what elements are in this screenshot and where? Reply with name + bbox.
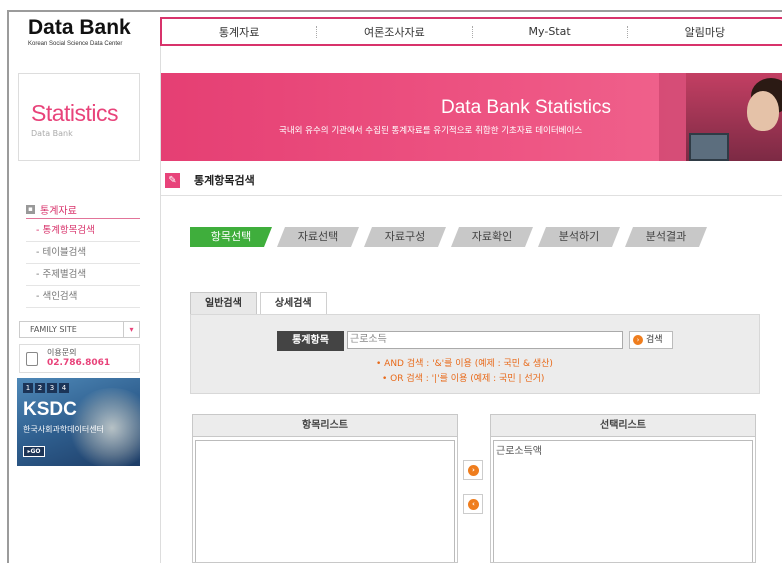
phone-icon xyxy=(26,352,38,366)
search-button-label: 검색 xyxy=(646,335,663,345)
lnb-item-item-search[interactable]: - 통계항목검색 xyxy=(26,220,140,242)
contact-phone: 02.786.8061 xyxy=(47,358,111,368)
statistics-title-box: Statistics Data Bank xyxy=(18,73,140,161)
square-bullet-icon: ▪ xyxy=(26,205,35,214)
pager-4[interactable]: 4 xyxy=(59,383,69,393)
item-list[interactable] xyxy=(195,440,455,562)
add-button[interactable]: › xyxy=(463,460,483,480)
tab-basic-search[interactable]: 일반검색 xyxy=(190,292,257,316)
lnb-title-label: 통계자료 xyxy=(40,206,77,217)
step-data-compose[interactable]: 자료구성 xyxy=(364,227,446,247)
ksdc-pager: 1 2 3 4 xyxy=(23,383,69,393)
ksdc-title: KSDC xyxy=(23,399,77,420)
lnb-title[interactable]: ▪ 통계자료 xyxy=(26,201,140,219)
search-tabs: 일반검색 상세검색 xyxy=(190,292,330,316)
statistics-subtitle: Data Bank xyxy=(31,129,73,138)
arrow-right-icon: › xyxy=(633,335,643,345)
gnb-item-notice[interactable]: 알림마당 xyxy=(628,24,782,40)
logo[interactable]: Data Bank Korean Social Science Data Cen… xyxy=(28,16,148,47)
ksdc-banner[interactable]: 1 2 3 4 KSDC 한국사회과학데이터센터 ▸GO xyxy=(17,378,140,466)
selected-list-header: 선택리스트 xyxy=(491,415,755,437)
global-nav: 통계자료 여론조사자료 My-Stat 알림마당 xyxy=(160,17,782,46)
banner-title: Data Bank Statistics xyxy=(441,97,612,118)
pager-1[interactable]: 1 xyxy=(23,383,33,393)
person-face-image xyxy=(747,91,779,131)
remove-button[interactable]: ‹ xyxy=(463,494,483,514)
search-panel: 통계항목 근로소득 › 검색 • AND 검색 : '&'를 이용 (예제 : … xyxy=(190,314,760,394)
tab-advanced-search[interactable]: 상세검색 xyxy=(259,292,327,316)
gnb-item-mystat[interactable]: My-Stat xyxy=(473,25,627,38)
arrow-left-icon: ‹ xyxy=(468,499,479,510)
step-item-select[interactable]: 항목선택 xyxy=(190,227,272,247)
hint-or: • OR 검색 : '|'를 이용 (예제 : 국민 | 선거) xyxy=(382,374,545,384)
gnb-item-statistics[interactable]: 통계자료 xyxy=(162,24,316,40)
hero-banner: Data Bank Statistics 국내외 유수의 기관에서 수집된 통계… xyxy=(161,73,782,161)
step-tabs: 항목선택 자료선택 자료구성 자료확인 분석하기 분석결과 xyxy=(190,227,712,247)
chevron-down-icon: ▾ xyxy=(123,322,139,337)
section-divider xyxy=(161,195,782,196)
selected-list[interactable]: 근로소득액 xyxy=(493,440,753,562)
pencil-icon: ✎ xyxy=(165,172,180,188)
window-frame-left xyxy=(7,10,9,563)
list-item[interactable]: 근로소득액 xyxy=(496,442,750,457)
banner-stripe xyxy=(659,73,689,161)
search-input[interactable]: 근로소득 xyxy=(347,331,623,349)
step-data-select[interactable]: 자료선택 xyxy=(277,227,359,247)
selected-list-panel: 선택리스트 근로소득액 xyxy=(490,414,756,563)
family-site-label: FAMILY SITE xyxy=(30,325,77,334)
step-result[interactable]: 분석결과 xyxy=(625,227,707,247)
statistics-title: Statistics xyxy=(31,100,119,126)
section-header: ✎ 통계항목검색 xyxy=(165,172,255,188)
arrow-right-icon: › xyxy=(468,465,479,476)
search-label: 통계항목 xyxy=(277,331,344,351)
lnb-item-topic-search[interactable]: - 주제별검색 xyxy=(26,264,140,286)
contact-label: 이용문의 xyxy=(47,348,77,357)
local-nav: - 통계항목검색 - 테이블검색 - 주제별검색 - 색인검색 xyxy=(26,220,140,308)
lnb-item-table-search[interactable]: - 테이블검색 xyxy=(26,242,140,264)
family-site-select[interactable]: FAMILY SITE ▾ xyxy=(19,321,140,338)
step-analyze[interactable]: 분석하기 xyxy=(538,227,620,247)
go-button[interactable]: ▸GO xyxy=(23,446,45,457)
pager-3[interactable]: 3 xyxy=(47,383,57,393)
banner-subtitle: 국내외 유수의 기관에서 수집된 통계자료를 유기적으로 취합한 기초자료 데이… xyxy=(279,126,583,136)
contact-box: 이용문의 02.786.8061 xyxy=(19,344,140,373)
monitor-image xyxy=(689,133,729,161)
item-list-panel: 항목리스트 xyxy=(192,414,458,563)
step-data-confirm[interactable]: 자료확인 xyxy=(451,227,533,247)
logo-subtitle: Korean Social Science Data Center xyxy=(28,41,123,47)
pager-2[interactable]: 2 xyxy=(35,383,45,393)
lnb-item-index-search[interactable]: - 색인검색 xyxy=(26,286,140,308)
window-frame-top xyxy=(7,10,782,12)
ksdc-subtitle: 한국사회과학데이터센터 xyxy=(23,425,104,434)
item-list-header: 항목리스트 xyxy=(193,415,457,437)
logo-title: Data Bank xyxy=(28,16,131,39)
page-title: 통계항목검색 xyxy=(194,174,255,187)
gnb-item-survey[interactable]: 여론조사자료 xyxy=(317,24,471,40)
search-button[interactable]: › 검색 xyxy=(629,331,673,349)
hint-and: • AND 검색 : '&'를 이용 (예제 : 국민 & 생산) xyxy=(376,359,553,369)
